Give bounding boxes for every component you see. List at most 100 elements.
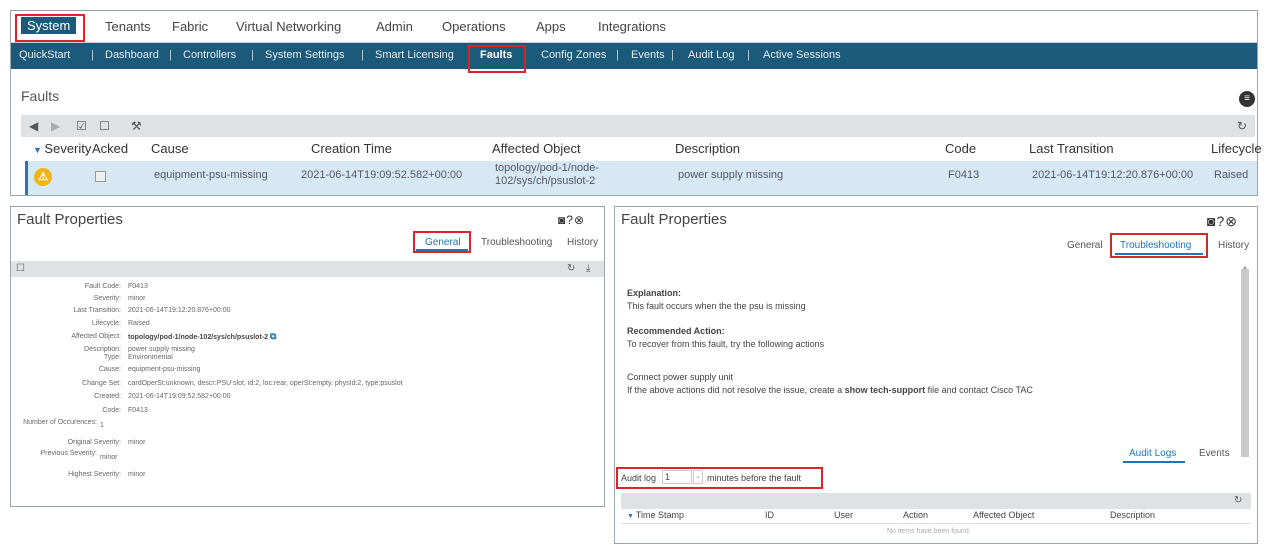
field-label: Description: (84, 346, 121, 353)
affected-object-link[interactable]: topology/pod-1/node-102/sys/ch/psuslot-2… (128, 332, 276, 342)
field-label: Previous Severity: (40, 450, 97, 457)
subnav-config-zones[interactable]: Config Zones (541, 49, 606, 61)
tab-admin[interactable]: Admin (376, 19, 413, 34)
subnav-dashboard[interactable]: Dashboard (105, 49, 159, 61)
col-affected-object[interactable]: Affected Object (973, 510, 1034, 520)
field-label: Created: (94, 393, 121, 400)
tab-tenants[interactable]: Tenants (105, 19, 151, 34)
tab-operations[interactable]: Operations (442, 19, 506, 34)
cell-code: F0413 (948, 169, 980, 181)
field-label: Cause: (98, 366, 121, 373)
panel-title: Fault Properties (17, 211, 123, 228)
highlight-system (15, 14, 85, 42)
actions-menu-icon[interactable]: ≡ (1239, 91, 1255, 107)
fault-properties-troubleshooting-panel: Fault Properties ◙?⊗ General Troubleshoo… (614, 206, 1258, 544)
next-icon[interactable]: ▶ (51, 119, 60, 133)
field-label: Affected Object: (71, 333, 121, 340)
cell-affected-object-line1: topology/pod-1/node- (495, 162, 599, 174)
col-affected-object[interactable]: Affected Object (492, 141, 581, 156)
sort-desc-icon: ▼ (627, 513, 636, 520)
col-lifecycle[interactable]: Lifecycle (1211, 141, 1262, 156)
subnav-quickstart[interactable]: QuickStart (19, 49, 70, 61)
tab-general[interactable]: General (1067, 240, 1103, 251)
highlight-troubleshooting (1110, 233, 1208, 258)
field-label: Original Severity: (67, 439, 121, 446)
field-value: equipment-psu-missing (128, 366, 201, 373)
acked-checkbox[interactable] (95, 171, 106, 182)
page-title: Faults (21, 88, 60, 104)
col-creation-time[interactable]: Creation Time (311, 141, 392, 156)
panel-title: Fault Properties (621, 211, 727, 228)
cell-description: power supply missing (678, 169, 784, 181)
col-user[interactable]: User (834, 510, 853, 520)
col-action[interactable]: Action (903, 510, 928, 520)
field-value: Raised (128, 320, 150, 327)
tab-integrations[interactable]: Integrations (598, 19, 666, 34)
main-nav: System Tenants Fabric Virtual Networking… (11, 11, 1257, 43)
audit-log-toolbar: ↻ (621, 493, 1251, 509)
tab-history[interactable]: History (1218, 240, 1249, 251)
tab-history[interactable]: History (567, 237, 598, 248)
col-code[interactable]: Code (945, 141, 976, 156)
subnav-separator: | (671, 49, 674, 61)
select-checkbox-icon[interactable]: ☐ (16, 263, 25, 274)
subnav-separator: | (616, 49, 619, 61)
refresh-icon[interactable]: ↻ (1234, 495, 1242, 506)
prev-icon[interactable]: ◀ (29, 119, 38, 133)
tools-icon[interactable]: ⚒ (131, 119, 142, 133)
col-severity[interactable]: ▼ Severity (33, 141, 91, 156)
tab-virtual-networking[interactable]: Virtual Networking (236, 19, 341, 34)
tab-audit-logs[interactable]: Audit Logs (1129, 448, 1176, 459)
field-value: power supply missing (128, 346, 195, 353)
action-step: Connect power supply unit (627, 372, 734, 382)
field-label: Code: (102, 407, 121, 414)
col-description[interactable]: Description (1110, 510, 1155, 520)
download-icon[interactable]: ⤓ (586, 263, 590, 274)
col-acked[interactable]: Acked (92, 141, 128, 156)
explanation-heading: Explanation: (627, 288, 682, 298)
tab-fabric[interactable]: Fabric (172, 19, 208, 34)
field-value: minor (128, 471, 146, 478)
sort-desc-icon: ▼ (33, 145, 45, 155)
col-cause[interactable]: Cause (151, 141, 189, 156)
subnav-events[interactable]: Events (631, 49, 665, 61)
help-icon[interactable]: ? (566, 213, 574, 227)
subnav-separator: | (91, 49, 94, 61)
col-description[interactable]: Description (675, 141, 740, 156)
subnav-smart-licensing[interactable]: Smart Licensing (375, 49, 454, 61)
field-label: Severity: (93, 295, 121, 302)
pin-icon[interactable]: ◙ (558, 213, 566, 227)
cell-creation-time: 2021-06-14T19:09:52.582+00:00 (301, 169, 463, 181)
recommended-action-text: To recover from this fault, try the foll… (627, 339, 825, 349)
col-id[interactable]: ID (765, 510, 774, 520)
subnav-active-sessions[interactable]: Active Sessions (763, 49, 841, 61)
field-value: 2021-06-14T19:09:52.582+00:00 (128, 393, 231, 400)
ack-checked-icon[interactable]: ☑ (76, 119, 87, 133)
field-value: minor (128, 439, 146, 446)
tab-apps[interactable]: Apps (536, 19, 566, 34)
field-label: Last Transition: (73, 307, 121, 314)
highlight-faults (468, 45, 526, 73)
faults-panel: System Tenants Fabric Virtual Networking… (10, 10, 1262, 196)
open-link-icon[interactable]: ⧉ (270, 331, 276, 341)
close-icon[interactable]: ⊗ (1225, 213, 1238, 229)
scrollbar[interactable] (1241, 269, 1249, 457)
tab-troubleshooting[interactable]: Troubleshooting (481, 237, 552, 248)
cell-cause: equipment-psu-missing (154, 169, 268, 181)
close-icon[interactable]: ⊗ (574, 213, 585, 227)
help-icon[interactable]: ? (1216, 213, 1225, 229)
refresh-icon[interactable]: ↻ (1237, 119, 1247, 133)
subnav-system-settings[interactable]: System Settings (265, 49, 344, 61)
ack-unchecked-icon[interactable]: ☐ (99, 119, 110, 133)
field-value: Environmental (128, 354, 173, 361)
scroll-up-icon[interactable]: ▲ (1242, 265, 1248, 271)
field-label: Lifecycle: (91, 320, 121, 327)
col-time-stamp[interactable]: ▼ Time Stamp (627, 510, 684, 520)
tab-events[interactable]: Events (1199, 448, 1230, 459)
field-value: minor (100, 454, 118, 461)
subnav-audit-log[interactable]: Audit Log (688, 49, 734, 61)
subnav-controllers[interactable]: Controllers (183, 49, 236, 61)
field-label: Number of Occurences: (23, 419, 97, 426)
refresh-icon[interactable]: ↻ (567, 263, 575, 274)
col-last-transition[interactable]: Last Transition (1029, 141, 1114, 156)
